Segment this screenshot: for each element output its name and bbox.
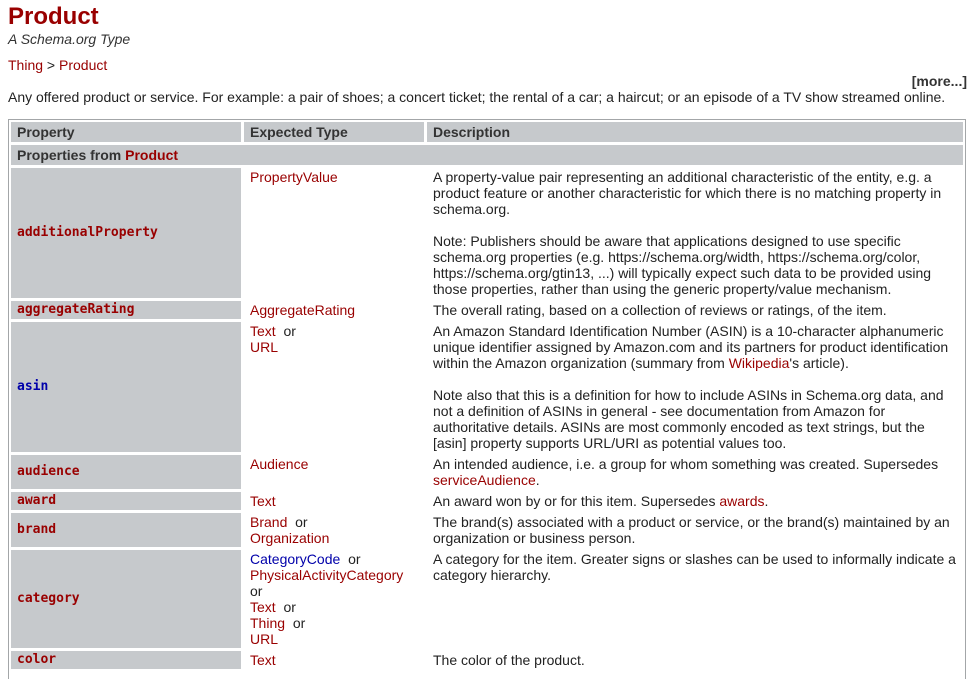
wikipedia-link[interactable]: Wikipedia	[729, 355, 790, 371]
or-separator: or	[250, 583, 263, 599]
table-row: audience Audience An intended audience, …	[11, 455, 963, 489]
property-cell: asin	[11, 322, 241, 452]
type-link[interactable]: Text	[250, 652, 276, 668]
property-link[interactable]: additionalProperty	[17, 225, 158, 240]
more-link[interactable]: [more...]	[912, 73, 967, 89]
property-cell: additionalProperty	[11, 168, 241, 298]
description-text: An Amazon Standard Identification Number…	[433, 323, 949, 371]
section-header-row: Properties from Product	[11, 145, 963, 165]
supersedes-link[interactable]: serviceAudience	[433, 472, 536, 488]
table-row: brand Brand or Organization The brand(s)…	[11, 513, 963, 547]
description-cell: The brand(s) associated with a product o…	[433, 514, 950, 546]
section-type-link[interactable]: Product	[125, 147, 178, 163]
column-header-expected-type: Expected Type	[244, 122, 424, 142]
property-cell: color	[11, 651, 241, 669]
type-description: Any offered product or service. For exam…	[8, 89, 946, 105]
table-row: aggregateRating AggregateRating The over…	[11, 301, 963, 319]
or-separator: or	[283, 323, 296, 339]
table-row: asin Text or URL An Amazon Standard Iden…	[11, 322, 963, 452]
types-cell: AggregateRating	[244, 301, 424, 319]
type-link[interactable]: AggregateRating	[250, 302, 355, 318]
types-cell: Text	[244, 492, 424, 510]
type-link[interactable]: PhysicalActivityCategory	[250, 567, 403, 583]
properties-table: Property Expected Type Description Prope…	[9, 120, 965, 672]
description-cell: An Amazon Standard Identification Number…	[427, 322, 963, 452]
description-note: Note also that this is a definition for …	[433, 387, 944, 451]
section-header: Properties from Product	[11, 145, 963, 165]
type-link[interactable]: URL	[250, 631, 278, 647]
property-cell: brand	[11, 513, 241, 547]
property-link[interactable]: brand	[17, 522, 56, 537]
type-link[interactable]: Text	[250, 599, 276, 615]
or-separator: or	[295, 514, 308, 530]
breadcrumb: Thing > Product	[8, 57, 107, 73]
types-cell: Audience	[244, 455, 424, 489]
table-row: award Text An award won by or for this i…	[11, 492, 963, 510]
type-link[interactable]: Text	[250, 493, 276, 509]
page-title: Product	[8, 3, 99, 30]
property-link[interactable]: award	[17, 493, 56, 508]
types-cell: Text	[244, 651, 424, 669]
property-link[interactable]: asin	[17, 379, 48, 394]
property-link[interactable]: aggregateRating	[17, 302, 134, 317]
types-cell: CategoryCode or PhysicalActivityCategory…	[244, 550, 424, 648]
description-text: A property-value pair representing an ad…	[433, 169, 942, 217]
or-separator: or	[283, 599, 296, 615]
property-link[interactable]: color	[17, 652, 56, 667]
supersedes-link[interactable]: awards	[719, 493, 764, 509]
type-link[interactable]: PropertyValue	[250, 169, 338, 185]
property-cell: category	[11, 550, 241, 648]
description-cell: An award won by or for this item. Supers…	[433, 493, 769, 509]
column-header-description: Description	[427, 122, 963, 142]
column-header-property: Property	[11, 122, 241, 142]
properties-table-container: Property Expected Type Description Prope…	[8, 119, 966, 679]
property-link[interactable]: audience	[17, 464, 80, 479]
type-link[interactable]: Brand	[250, 514, 287, 530]
description-cell: An intended audience, i.e. a group for w…	[433, 456, 939, 488]
description-cell: A category for the item. Greater signs o…	[433, 551, 956, 583]
type-link[interactable]: Text	[250, 323, 276, 339]
property-cell: aggregateRating	[11, 301, 241, 319]
type-link[interactable]: Audience	[250, 456, 308, 472]
breadcrumb-product[interactable]: Product	[59, 57, 107, 73]
type-link[interactable]: Thing	[250, 615, 285, 631]
types-cell: Text or URL	[244, 322, 424, 452]
description-note: Note: Publishers should be aware that ap…	[433, 233, 932, 297]
types-cell: Brand or Organization	[244, 513, 424, 547]
property-cell: audience	[11, 455, 241, 489]
type-link[interactable]: URL	[250, 339, 278, 355]
types-cell: PropertyValue	[244, 168, 424, 298]
property-cell: award	[11, 492, 241, 510]
or-separator: or	[292, 615, 306, 631]
property-link[interactable]: category	[17, 591, 80, 606]
type-link[interactable]: CategoryCode	[250, 551, 340, 567]
description-cell: A property-value pair representing an ad…	[427, 168, 963, 298]
table-row: additionalProperty PropertyValue A prope…	[11, 168, 963, 298]
type-link[interactable]: Organization	[250, 530, 329, 546]
breadcrumb-thing[interactable]: Thing	[8, 57, 43, 73]
table-row: category CategoryCode or PhysicalActivit…	[11, 550, 963, 648]
page-subtitle: A Schema.org Type	[8, 31, 131, 47]
table-row: color Text The color of the product.	[11, 651, 963, 669]
breadcrumb-separator: >	[43, 57, 59, 73]
or-separator: or	[348, 551, 361, 567]
table-header-row: Property Expected Type Description	[11, 122, 963, 142]
description-cell: The overall rating, based on a collectio…	[433, 302, 887, 318]
description-cell: The color of the product.	[433, 652, 585, 668]
